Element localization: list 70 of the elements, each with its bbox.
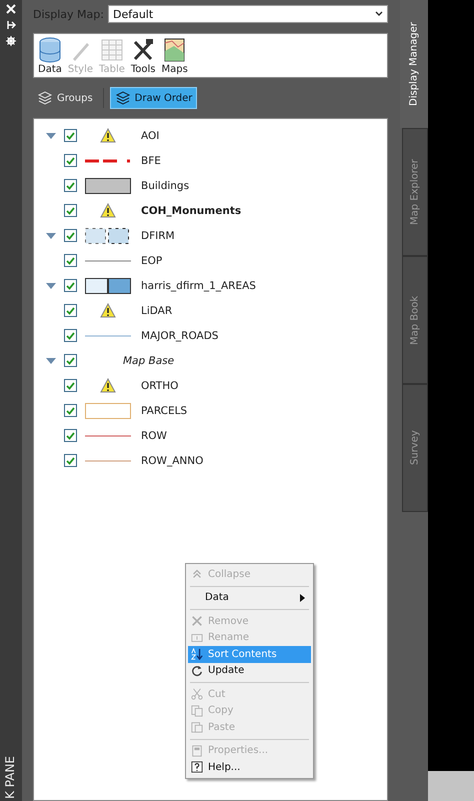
layers-icon [37,91,53,105]
layer-name[interactable]: LiDAR [141,304,172,316]
copy-icon [191,704,203,717]
close-icon[interactable] [6,4,16,14]
collapse-icon [191,568,203,580]
layer-name[interactable]: Buildings [141,180,190,192]
warning-icon [100,378,116,393]
checkbox[interactable] [64,279,77,292]
settings-icon[interactable] [6,36,16,46]
display-map-label: Display Map: [33,8,104,20]
scissors-icon [191,688,203,700]
database-icon [38,37,61,63]
checkbox[interactable] [64,329,77,342]
warning-icon [100,128,116,143]
pane-title: K PANE [3,756,17,799]
help-icon [191,761,203,774]
layer-name[interactable]: PARCELS [141,404,188,416]
tools-icon [132,37,154,63]
checkbox[interactable] [64,404,77,417]
checkbox[interactable] [64,154,77,167]
menu-item[interactable]: Data [188,590,311,606]
toolbar-button[interactable]: Maps [162,37,188,77]
submenu-arrow-icon [300,594,305,602]
properties-icon [191,744,203,757]
layer-name[interactable]: DFIRM [141,230,175,242]
layer-name[interactable]: EOP [141,254,162,266]
layer-name[interactable]: COH_Monuments [141,204,242,216]
side-tab[interactable]: Display Manager [400,0,428,128]
pin-icon[interactable] [6,20,16,30]
warning-icon [100,303,116,318]
view-tab[interactable]: Groups [33,87,97,109]
checkbox[interactable] [64,379,77,392]
rename-icon [191,632,203,644]
checkbox[interactable] [64,304,77,317]
checkbox[interactable] [64,129,77,142]
toolbar-button[interactable]: Data [38,37,62,77]
expand-arrow-icon[interactable] [46,358,56,364]
close-icon [191,615,203,628]
menu-item[interactable]: Update [188,662,311,679]
checkbox[interactable] [64,429,77,442]
expand-arrow-icon[interactable] [46,282,56,288]
panel-background [428,771,474,801]
layer-name[interactable]: Map Base [123,354,174,366]
menu-item[interactable]: Help... [188,759,311,776]
checkbox[interactable] [64,204,77,217]
layer-name[interactable]: MAJOR_ROADS [141,330,218,342]
layer-name[interactable]: ROW_ANNO [141,454,204,466]
toolbar-button[interactable]: Tools [130,37,156,77]
layer-name[interactable]: harris_dfirm_1_AREAS [141,280,256,292]
refresh-icon [191,664,203,677]
table-icon [100,37,123,63]
sort-icon [191,648,203,660]
layer-name[interactable]: ORTHO [141,380,178,392]
checkbox[interactable] [64,229,77,242]
view-tab[interactable]: Draw Order [110,87,198,109]
checkbox[interactable] [64,179,77,192]
chevron-icon [375,11,383,17]
checkbox[interactable] [64,254,77,267]
layers-icon [114,91,131,105]
warning-icon [100,203,116,218]
checkbox[interactable] [64,354,77,367]
layer-name[interactable]: AOI [141,130,160,142]
layer-name[interactable]: BFE [141,154,161,166]
checkbox[interactable] [64,454,77,467]
expand-arrow-icon[interactable] [46,232,56,238]
map-icon [164,37,186,63]
paste-icon [191,721,203,734]
expand-arrow-icon[interactable] [46,132,56,138]
display-map-dropdown[interactable]: Default [108,5,388,23]
layer-name[interactable]: ROW [141,430,167,442]
